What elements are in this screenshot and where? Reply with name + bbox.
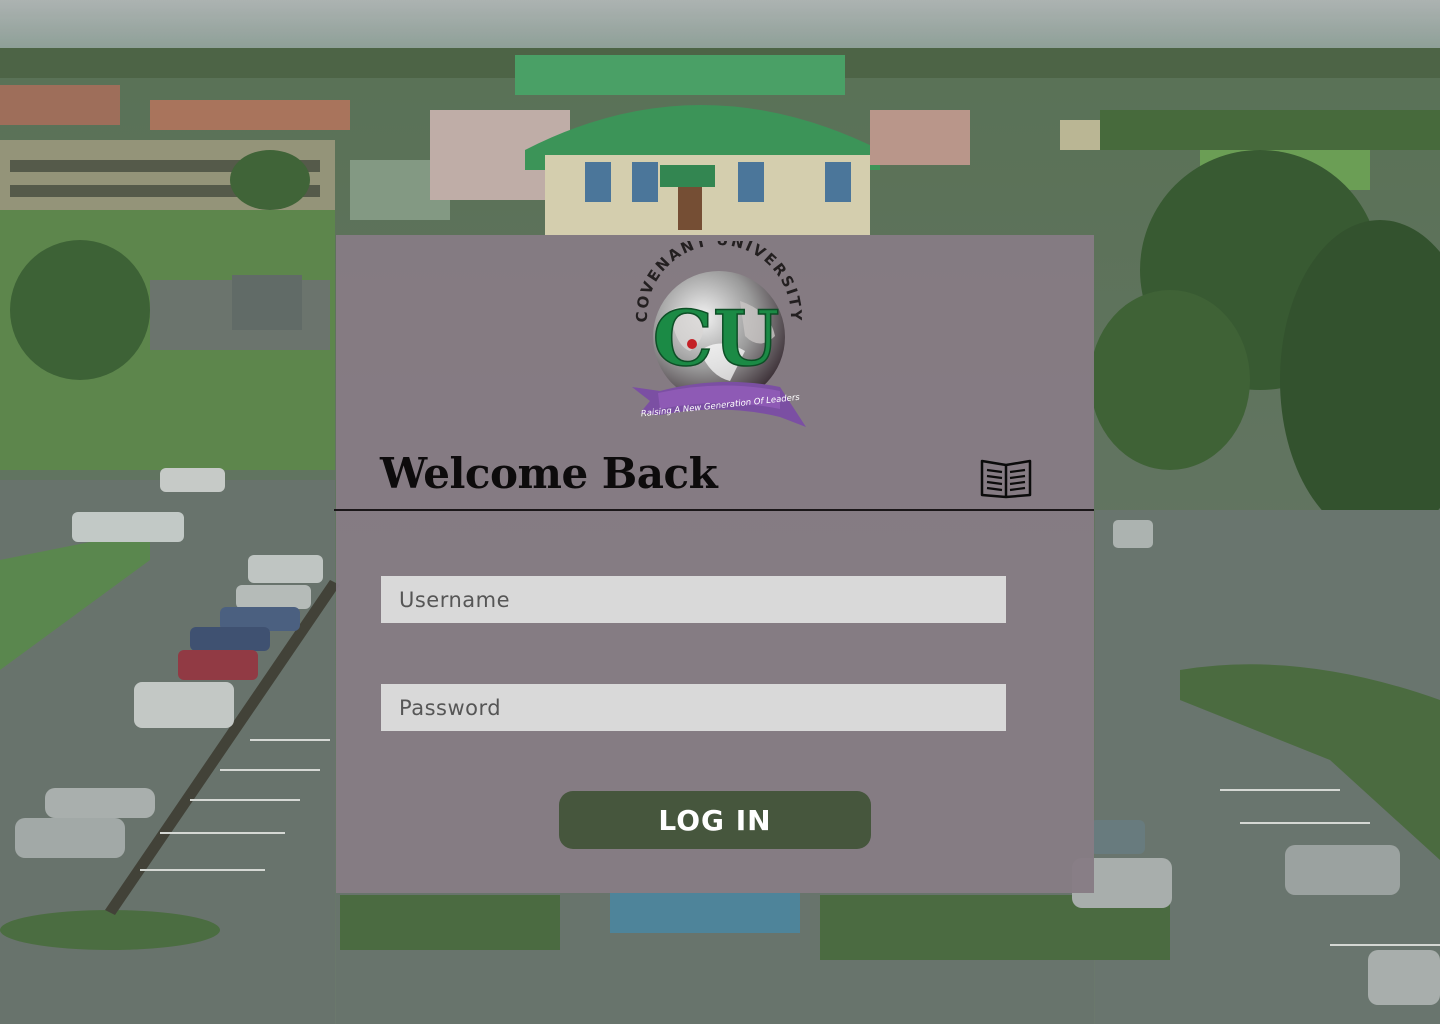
- university-crest-icon: COVENANT UNIVERSITY CU Raising A New Gen…: [630, 231, 808, 435]
- password-input[interactable]: [381, 684, 1006, 731]
- username-input[interactable]: [381, 576, 1006, 623]
- title-divider: [334, 509, 1094, 511]
- login-button[interactable]: LOG IN: [559, 791, 871, 849]
- page-title: Welcome Back: [380, 449, 718, 498]
- open-book-icon: [980, 455, 1032, 499]
- crest-monogram: CU: [653, 294, 780, 383]
- login-card: COVENANT UNIVERSITY CU Raising A New Gen…: [334, 231, 1094, 893]
